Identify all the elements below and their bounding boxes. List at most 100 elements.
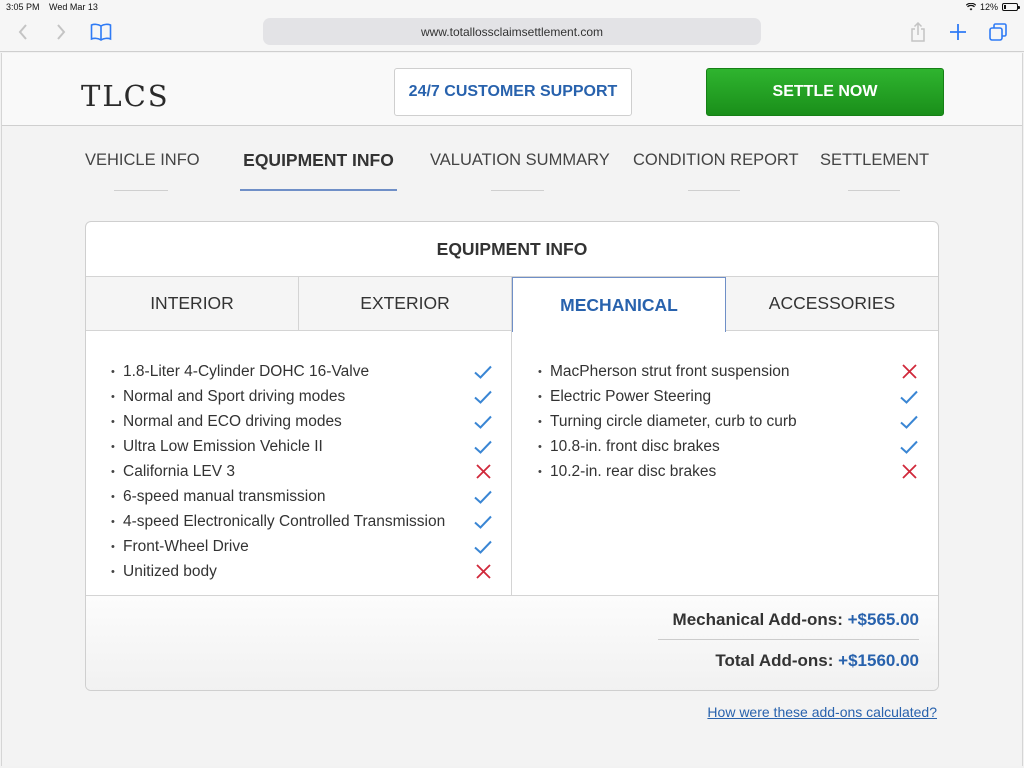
bullet: •: [111, 390, 115, 403]
checkmark-icon: [899, 412, 919, 432]
step-vehicle-info[interactable]: VEHICLE INFO: [85, 151, 200, 170]
battery-icon: [1002, 3, 1020, 11]
equipment-item-label: 10.8-in. front disc brakes: [550, 437, 720, 455]
equipment-item: • MacPherson strut front suspension: [512, 359, 938, 384]
share-icon[interactable]: [905, 20, 931, 44]
equipment-item: • 1.8-Liter 4-Cylinder DOHC 16-Valve: [86, 359, 511, 384]
checkmark-icon: [473, 412, 493, 432]
tab-exterior[interactable]: EXTERIOR: [299, 277, 512, 330]
bookmarks-icon[interactable]: [88, 20, 114, 44]
bullet: •: [538, 365, 542, 378]
status-indicators: 12%: [965, 2, 1020, 12]
step-settlement[interactable]: SETTLEMENT: [820, 151, 929, 170]
bullet: •: [538, 465, 542, 478]
checkmark-icon: [473, 537, 493, 557]
equipment-card: EQUIPMENT INFO INTERIOR EXTERIOR MECHANI…: [85, 221, 939, 691]
equipment-tabs: INTERIOR EXTERIOR MECHANICAL ACCESSORIES: [86, 277, 938, 332]
total-addons-value: +$1560.00: [838, 651, 919, 670]
equipment-item-label: 10.2-in. rear disc brakes: [550, 462, 717, 480]
cross-icon: [899, 462, 919, 482]
checkmark-icon: [473, 512, 493, 532]
bullet: •: [538, 415, 542, 428]
equipment-item-label: Electric Power Steering: [550, 387, 712, 405]
checkmark-icon: [473, 387, 493, 407]
equipment-item-label: Turning circle diameter, curb to curb: [550, 412, 797, 430]
bullet: •: [538, 390, 542, 403]
equipment-item: • Normal and ECO driving modes: [86, 409, 511, 434]
tabs-overview-icon[interactable]: [985, 20, 1011, 44]
bullet: •: [111, 515, 115, 528]
step-condition-report[interactable]: CONDITION REPORT: [633, 151, 799, 170]
checkmark-icon: [473, 487, 493, 507]
checkmark-icon: [899, 387, 919, 407]
bullet: •: [538, 440, 542, 453]
checkmark-icon: [473, 437, 493, 457]
mechanical-addons-label: Mechanical Add-ons:: [672, 610, 843, 629]
equipment-item: • 10.2-in. rear disc brakes: [512, 459, 938, 484]
equipment-item: • Front-Wheel Drive: [86, 534, 511, 559]
bullet: •: [111, 490, 115, 503]
equipment-item-label: MacPherson strut front suspension: [550, 362, 790, 380]
step-underline: [491, 190, 544, 191]
web-page: TLCS 24/7 CUSTOMER SUPPORT SETTLE NOW VE…: [1, 53, 1023, 766]
step-valuation-summary[interactable]: VALUATION SUMMARY: [430, 151, 610, 170]
mechanical-addons-row: Mechanical Add-ons: +$565.00: [673, 610, 919, 630]
customer-support-button[interactable]: 24/7 CUSTOMER SUPPORT: [394, 68, 632, 116]
tab-interior[interactable]: INTERIOR: [86, 277, 299, 330]
card-title: EQUIPMENT INFO: [86, 222, 938, 277]
equipment-item-label: California LEV 3: [123, 462, 236, 480]
equipment-item: • Ultra Low Emission Vehicle II: [86, 434, 511, 459]
equipment-item: • 6-speed manual transmission: [86, 484, 511, 509]
equipment-item-label: 6-speed manual transmission: [123, 487, 326, 505]
step-underline: [848, 190, 900, 191]
equipment-item: • Normal and Sport driving modes: [86, 384, 511, 409]
equipment-item: • Turning circle diameter, curb to curb: [512, 409, 938, 434]
battery-percent: 12%: [979, 2, 998, 12]
total-addons-row: Total Add-ons: +$1560.00: [715, 651, 919, 671]
equipment-lists: • 1.8-Liter 4-Cylinder DOHC 16-Valve • Norm…: [86, 331, 938, 595]
equipment-item-label: 4-speed Electronically Controlled Transm…: [123, 512, 446, 530]
url-text: www.totallossclaimsettlement.com: [420, 24, 604, 39]
new-tab-plus-icon[interactable]: [945, 20, 971, 44]
total-addons-label: Total Add-ons:: [715, 651, 834, 670]
browser-toolbar: www.totallossclaimsettlement.com: [0, 14, 1024, 52]
battery-level: [1004, 5, 1006, 9]
equipment-item: • California LEV 3: [86, 459, 511, 484]
cross-icon: [473, 462, 493, 482]
addons-totals: Mechanical Add-ons: +$565.00 Total Add-o…: [86, 595, 938, 690]
bullet: •: [111, 415, 115, 428]
totals-divider: [658, 639, 919, 640]
checkmark-icon: [899, 437, 919, 457]
bullet: •: [111, 365, 115, 378]
settle-now-button[interactable]: SETTLE NOW: [706, 68, 944, 116]
equipment-list-left: • 1.8-Liter 4-Cylinder DOHC 16-Valve • Norm…: [86, 331, 512, 595]
wifi-icon: [965, 3, 976, 11]
step-underline: [688, 190, 740, 191]
status-date: Wed Mar 13: [49, 2, 98, 12]
equipment-item: • Unitized body: [86, 559, 511, 584]
equipment-list-right: • MacPherson strut front suspension • Elect…: [512, 331, 938, 595]
cross-icon: [473, 562, 493, 582]
addons-calculation-link[interactable]: How were these add-ons calculated?: [707, 704, 937, 720]
equipment-item-label: Ultra Low Emission Vehicle II: [123, 437, 323, 455]
bullet: •: [111, 540, 115, 553]
equipment-item-label: Unitized body: [123, 562, 217, 580]
status-bar: 3:05 PM Wed Mar 13 12%: [0, 0, 1024, 14]
mechanical-addons-value: +$565.00: [847, 610, 919, 629]
bullet: •: [111, 465, 115, 478]
equipment-item: • 4-speed Electronically Controlled Trans…: [86, 509, 511, 534]
checkmark-icon: [473, 362, 493, 382]
forward-arrow-icon[interactable]: [48, 20, 74, 44]
tab-accessories[interactable]: ACCESSORIES: [726, 277, 938, 330]
step-equipment-info[interactable]: EQUIPMENT INFO: [240, 150, 397, 171]
equipment-item: • 10.8-in. front disc brakes: [512, 434, 938, 459]
site-header: TLCS 24/7 CUSTOMER SUPPORT SETTLE NOW: [2, 53, 1022, 126]
step-underline-active: [240, 189, 397, 191]
step-underline: [114, 190, 168, 191]
site-logo[interactable]: TLCS: [81, 79, 170, 113]
back-arrow-icon[interactable]: [10, 20, 36, 44]
tab-mechanical[interactable]: MECHANICAL: [512, 277, 726, 332]
bullet: •: [111, 440, 115, 453]
address-bar[interactable]: www.totallossclaimsettlement.com: [263, 18, 761, 45]
status-time: 3:05 PM: [6, 2, 40, 12]
